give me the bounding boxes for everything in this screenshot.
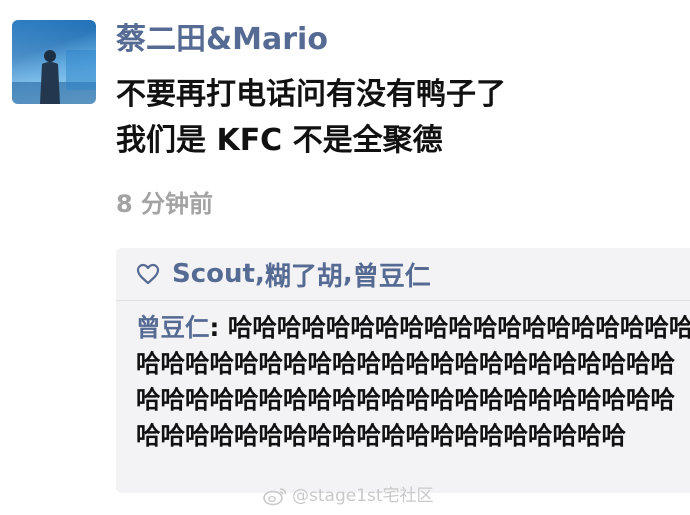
comment-colon: :: [209, 313, 228, 342]
watermark: @stage1st宅社区: [262, 484, 434, 508]
weibo-icon: [263, 488, 287, 506]
liker-scout[interactable]: Scout: [172, 259, 255, 289]
heart-icon[interactable]: [136, 263, 160, 285]
likes-row: Scout, 糊了胡, 曾豆仁: [116, 248, 690, 301]
liker-separator: ,: [342, 259, 353, 289]
post-text: 不要再打电话问有没有鸭子了 我们是 KFC 不是全聚德: [116, 72, 676, 164]
comment[interactable]: 曾豆仁: 哈哈哈哈哈哈哈哈哈哈哈哈哈哈哈哈哈哈哈哈哈哈哈哈哈哈哈哈哈哈哈哈哈哈哈…: [136, 310, 690, 454]
post-username[interactable]: 蔡二田&Mario: [116, 18, 328, 62]
avatar[interactable]: [12, 20, 96, 104]
feedback-panel: Scout, 糊了胡, 曾豆仁 曾豆仁: 哈哈哈哈哈哈哈哈哈哈哈哈哈哈哈哈哈哈哈…: [116, 248, 690, 493]
post-timestamp: 8 分钟前: [116, 190, 214, 218]
liker-hulehu[interactable]: 糊了胡: [265, 256, 343, 293]
avatar-image: [12, 20, 96, 104]
comment-author[interactable]: 曾豆仁: [136, 313, 210, 342]
post-line-1: 不要再打电话问有没有鸭子了: [116, 77, 506, 112]
post-line-2: 我们是 KFC 不是全聚德: [116, 123, 443, 158]
liker-zengdouren[interactable]: 曾豆仁: [353, 256, 431, 293]
watermark-text: @stage1st宅社区: [292, 486, 434, 506]
liker-separator: ,: [254, 259, 265, 289]
